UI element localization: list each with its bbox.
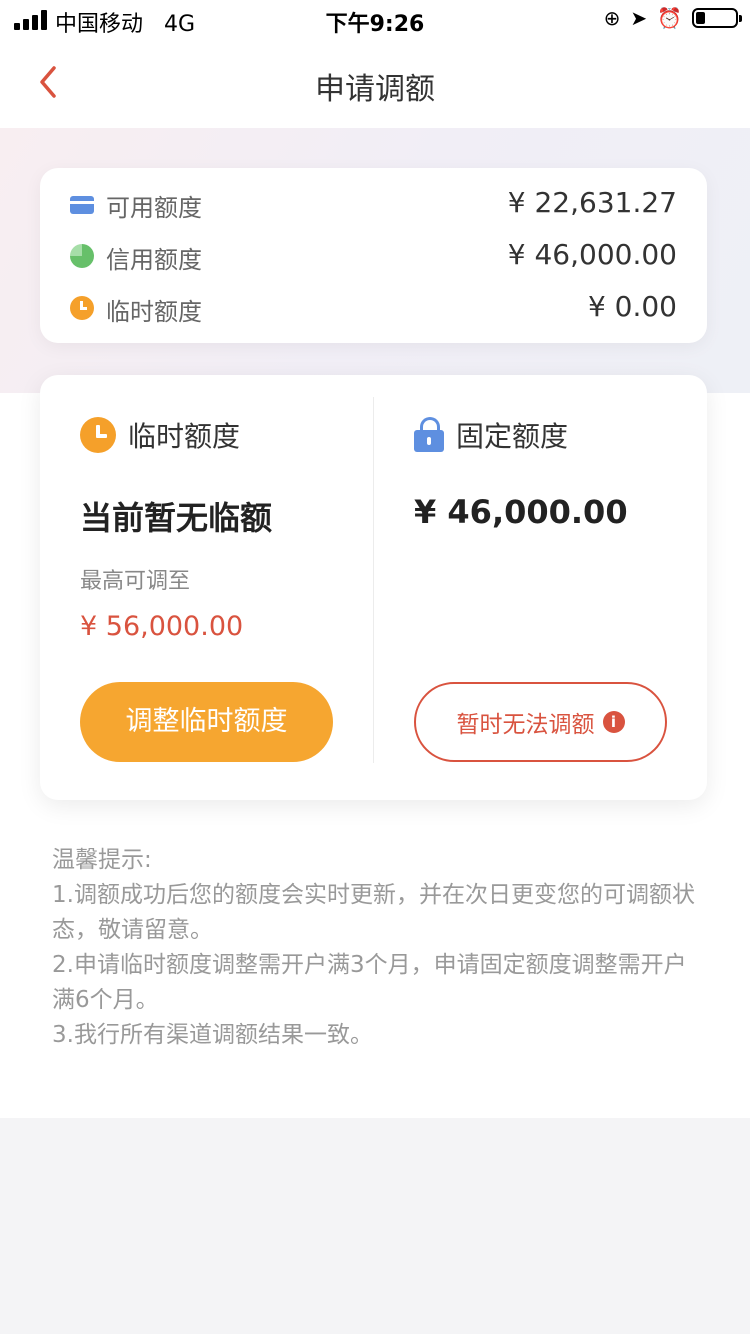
- clock-icon: [70, 296, 94, 320]
- credit-limit-value: ¥ 46,000.00: [507, 238, 677, 271]
- cannot-adjust-button[interactable]: 暂时无法调额 i: [414, 682, 667, 762]
- nav-bar: 申请调额: [0, 40, 750, 128]
- available-limit-value: ¥ 22,631.27: [507, 186, 677, 219]
- max-adjust-value: ¥ 56,000.00: [80, 611, 244, 642]
- tips-title: 温馨提示:: [52, 847, 152, 873]
- battery-icon: [692, 8, 742, 28]
- tips-section: 温馨提示: 1.调额成功后您的额度会实时更新，并在次日更变您的可调额状态，敬请留…: [52, 843, 702, 1053]
- rotation-lock-icon: ⊕: [603, 6, 621, 30]
- info-icon[interactable]: i: [602, 711, 625, 733]
- card-icon: [70, 196, 94, 214]
- cannot-adjust-label: 暂时无法调额: [456, 712, 595, 738]
- max-adjust-label: 最高可调至: [80, 569, 191, 594]
- pie-icon: [70, 244, 94, 268]
- limit-summary-card: 可用额度 ¥ 22,631.27 信用额度 ¥ 46,000.00 临时额度 ¥…: [40, 168, 707, 343]
- temp-limit-label: 临时额度: [106, 298, 202, 326]
- battery-level: [696, 12, 706, 24]
- fixed-limit-title: 固定额度: [456, 420, 569, 453]
- fixed-limit-value: ¥ 46,000.00: [414, 493, 628, 531]
- temporary-limit-title: 临时额度: [128, 420, 241, 453]
- available-limit-row: 可用额度 ¥ 22,631.27: [70, 184, 677, 224]
- lock-icon: [414, 417, 444, 453]
- tip-item: 3.我行所有渠道调额结果一致。: [52, 1022, 373, 1048]
- credit-limit-row: 信用额度 ¥ 46,000.00: [70, 236, 677, 276]
- temporary-limit-status: 当前暂无临额: [80, 499, 273, 537]
- alarm-icon: ⏰: [657, 6, 682, 30]
- adjust-limit-card: 临时额度 当前暂无临额 最高可调至 ¥ 56,000.00 调整临时额度 固定额…: [40, 375, 707, 800]
- column-divider: [373, 397, 374, 763]
- status-bar: 中国移动 4G 下午9:26 ⊕ ➤ ⏰: [0, 0, 750, 40]
- fixed-limit-header: 固定额度: [414, 415, 568, 455]
- page: 中国移动 4G 下午9:26 ⊕ ➤ ⏰ 申请调额 可用额度 ¥ 22,631.…: [0, 0, 750, 1334]
- status-icons: ⊕ ➤ ⏰: [603, 6, 742, 30]
- page-title: 申请调额: [315, 72, 435, 107]
- temp-limit-row: 临时额度 ¥ 0.00: [70, 288, 677, 328]
- tip-item: 1.调额成功后您的额度会实时更新，并在次日更变您的可调额状态，敬请留意。: [52, 882, 695, 943]
- adjust-temporary-limit-button[interactable]: 调整临时额度: [80, 682, 333, 762]
- credit-limit-label: 信用额度: [106, 246, 202, 274]
- location-icon: ➤: [630, 6, 648, 30]
- temporary-limit-header: 临时额度: [80, 415, 240, 455]
- temp-limit-value: ¥ 0.00: [587, 290, 677, 323]
- clock-icon: [80, 417, 116, 453]
- tip-item: 2.申请临时额度调整需开户满3个月，申请固定额度调整需开户满6个月。: [52, 952, 687, 1013]
- available-limit-label: 可用额度: [106, 194, 202, 222]
